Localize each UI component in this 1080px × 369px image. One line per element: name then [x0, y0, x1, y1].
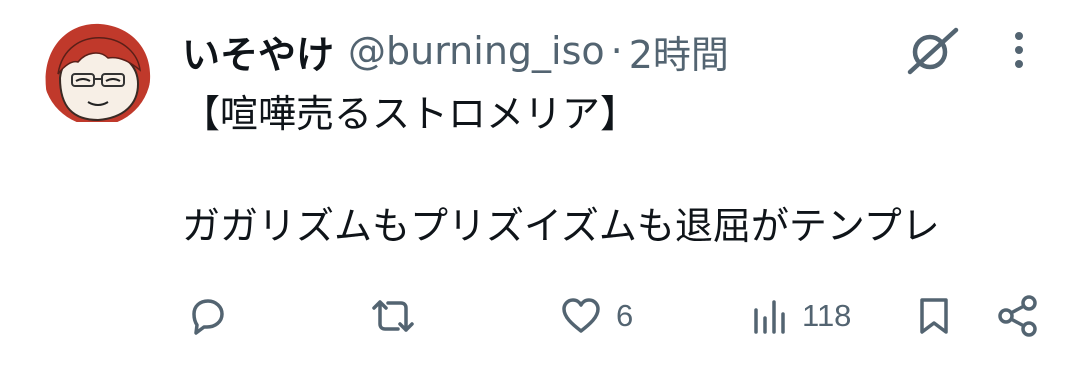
heart-icon — [562, 298, 600, 333]
views-icon — [754, 300, 785, 334]
user-handle[interactable]: @burning_iso — [348, 29, 605, 73]
reply-button[interactable] — [184, 292, 228, 340]
bookmark-button[interactable] — [914, 292, 954, 340]
tweet-actions: 6 118 — [0, 286, 1080, 346]
like-button[interactable]: 6 — [558, 292, 633, 340]
avatar[interactable] — [38, 18, 156, 126]
retweet-button[interactable] — [368, 292, 418, 340]
share-icon — [998, 295, 1037, 337]
more-options-icon[interactable] — [1004, 26, 1034, 74]
display-name[interactable]: いそやけ — [182, 24, 334, 79]
like-count: 6 — [616, 298, 634, 333]
tweet-header: いそやけ @burning_iso · 2時間 — [182, 24, 729, 78]
bookmark-icon — [920, 298, 948, 334]
views-button[interactable]: 118 — [750, 292, 851, 340]
separator-dot: · — [610, 29, 623, 73]
retweet-icon — [372, 300, 414, 332]
views-count: 118 — [802, 298, 852, 333]
tweet-text-line — [182, 142, 1062, 198]
share-button[interactable] — [996, 292, 1040, 340]
tweet-text-line: ガガリズムもプリズイズムも退屈がテンプレ — [182, 204, 940, 248]
reply-icon — [192, 299, 224, 335]
avatar-illustration — [43, 18, 151, 126]
grok-icon[interactable] — [904, 24, 960, 78]
tweet-text: 【喧嘩売るストロメリア】 ガガリズムもプリズイズムも退屈がテンプレ — [182, 86, 1062, 254]
tweet-text-line: 【喧嘩売るストロメリア】 — [182, 92, 639, 136]
timestamp[interactable]: 2時間 — [629, 24, 729, 79]
